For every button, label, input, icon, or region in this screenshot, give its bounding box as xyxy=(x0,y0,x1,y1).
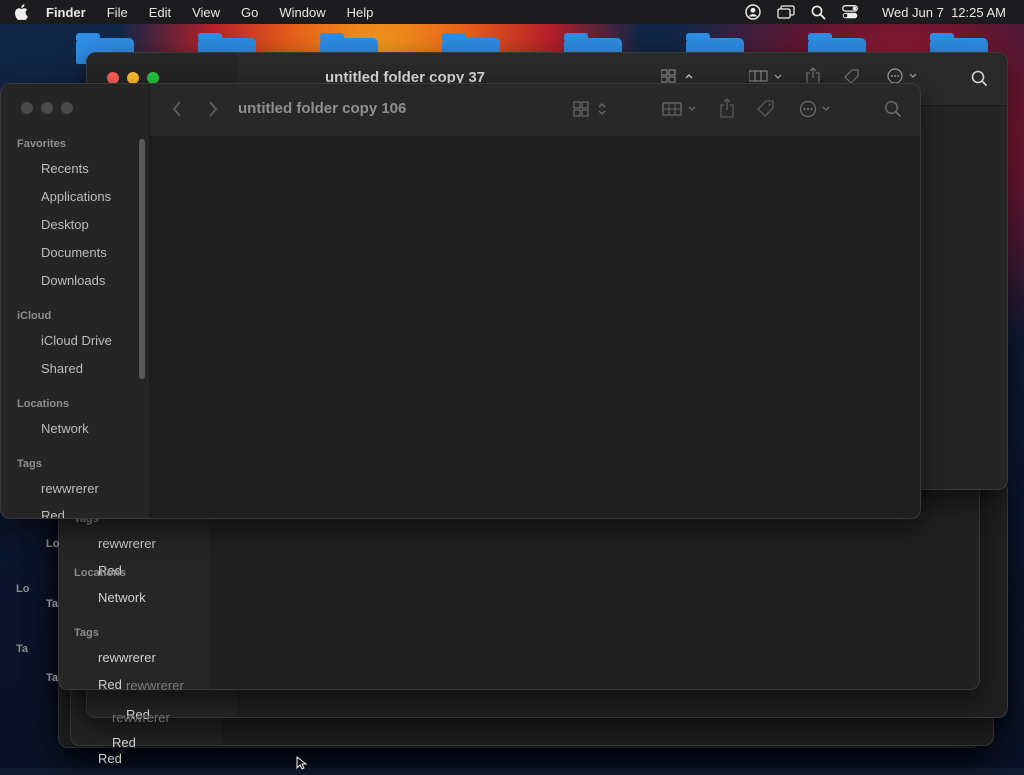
window-title: untitled folder copy 106 xyxy=(238,100,407,117)
sidebar-section-favorites: Favorites xyxy=(17,138,66,150)
mouse-pointer-icon xyxy=(296,755,308,775)
sidebar-item-tag[interactable]: Red xyxy=(112,735,136,750)
search-icon[interactable] xyxy=(971,70,988,87)
close-button[interactable] xyxy=(21,102,33,114)
menu-go[interactable]: Go xyxy=(241,5,258,20)
sidebar-item-tag[interactable]: rewwrerer xyxy=(126,678,184,693)
sidebar-item-desktop[interactable]: Desktop xyxy=(41,217,89,232)
tag-icon[interactable] xyxy=(756,99,776,119)
forward-chevron-icon[interactable] xyxy=(208,100,218,118)
sidebar-item-recents[interactable]: Recents xyxy=(41,161,89,176)
sidebar-item-shared[interactable]: Shared xyxy=(41,361,83,376)
sidebar-item-tag[interactable]: rewwrerer xyxy=(98,650,156,665)
sidebar-item-network[interactable]: Network xyxy=(98,590,146,605)
control-center-icon[interactable] xyxy=(841,5,858,19)
file-list-area[interactable] xyxy=(150,136,920,518)
sidebar-item-tag[interactable]: Red xyxy=(98,751,122,766)
sidebar-item-documents[interactable]: Documents xyxy=(41,245,107,260)
sidebar-item-applications[interactable]: Applications xyxy=(41,189,111,204)
sidebar-section-tags: Tags xyxy=(74,627,99,639)
minimize-button[interactable] xyxy=(41,102,53,114)
menu-view[interactable]: View xyxy=(192,5,220,20)
share-icon[interactable] xyxy=(719,98,735,118)
menu-window[interactable]: Window xyxy=(279,5,325,20)
sidebar-item-network[interactable]: Network xyxy=(41,421,89,436)
screen-mirroring-icon[interactable] xyxy=(777,5,795,19)
menu-file[interactable]: File xyxy=(107,5,128,20)
menu-edit[interactable]: Edit xyxy=(149,5,171,20)
sidebar-item-tag-rewwrerer[interactable]: rewwrerer xyxy=(41,481,99,496)
sidebar-section-icloud: iCloud xyxy=(17,310,52,322)
sidebar-section-partial: Lo xyxy=(16,583,30,595)
sidebar-item-tag[interactable]: Red xyxy=(98,677,122,692)
sidebar-section-partial: Lo xyxy=(46,538,60,550)
sidebar-item-tag[interactable]: rewwrerer xyxy=(112,710,170,725)
toolbar: untitled folder copy 106 xyxy=(150,84,920,137)
sidebar-item-tag-red[interactable]: Red xyxy=(41,508,65,518)
sidebar-section-tags: Tags xyxy=(17,458,42,470)
sidebar-section-partial: Ta xyxy=(16,643,29,655)
group-by-icon[interactable] xyxy=(749,69,785,83)
back-chevron-icon[interactable] xyxy=(172,100,182,118)
menu-bar: Finder File Edit View Go Window Help Wed… xyxy=(0,0,1024,24)
more-actions-icon[interactable] xyxy=(887,68,921,84)
user-account-icon[interactable] xyxy=(745,4,761,20)
group-by-icon[interactable] xyxy=(662,101,698,117)
menu-app-name[interactable]: Finder xyxy=(46,5,86,20)
spotlight-search-icon[interactable] xyxy=(811,5,826,20)
sidebar-section-partial: Ta xyxy=(46,672,59,684)
menu-help[interactable]: Help xyxy=(347,5,374,20)
more-actions-icon[interactable] xyxy=(799,100,835,118)
search-icon[interactable] xyxy=(884,100,902,118)
sidebar-item-tag[interactable]: rewwrerer xyxy=(98,536,156,551)
clock[interactable]: Wed Jun 7 12:25 AM xyxy=(882,5,1006,20)
zoom-button[interactable] xyxy=(61,102,73,114)
sidebar: Favorites Recents Applications Desktop D… xyxy=(1,84,150,518)
sidebar-section-locations: Locations xyxy=(74,567,126,579)
sidebar-item-icloud-drive[interactable]: iCloud Drive xyxy=(41,333,112,348)
view-grid-icon[interactable] xyxy=(661,69,697,83)
sidebar-section-partial: Ta xyxy=(46,598,59,610)
sidebar-item-downloads[interactable]: Downloads xyxy=(41,273,105,288)
sidebar-section-locations: Locations xyxy=(17,398,69,410)
view-grid-icon[interactable] xyxy=(573,101,609,117)
sidebar-scrollbar[interactable] xyxy=(139,139,145,379)
apple-menu-icon[interactable] xyxy=(14,4,32,20)
finder-window-front[interactable]: Favorites Recents Applications Desktop D… xyxy=(0,83,921,519)
